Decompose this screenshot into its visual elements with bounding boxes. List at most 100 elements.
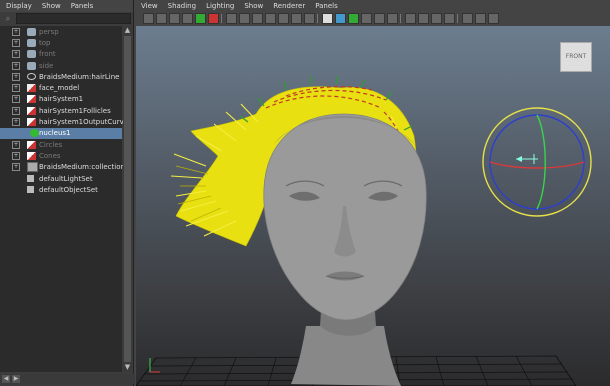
outliner-item-front[interactable]: + front	[0, 49, 122, 60]
expand-icon[interactable]: +	[12, 72, 20, 81]
expand-icon[interactable]: +	[12, 163, 20, 172]
screen-space-ao-icon[interactable]	[462, 13, 473, 24]
xray-joints-icon[interactable]	[431, 13, 442, 24]
outliner-item-side[interactable]: + side	[0, 60, 122, 71]
outliner-item-follicles[interactable]: + hairSystem1Follicles	[0, 105, 122, 116]
gate-mask-icon[interactable]	[265, 13, 276, 24]
outliner-item-circles[interactable]: + Circles	[0, 139, 122, 150]
outliner-item-label: hairSystem1OutputCurves	[39, 118, 132, 127]
expand-icon[interactable]: +	[12, 27, 20, 36]
lights-icon[interactable]	[374, 13, 385, 24]
image-plane-icon[interactable]	[182, 13, 193, 24]
outliner-search-input[interactable]	[16, 13, 131, 24]
shadows-icon[interactable]	[387, 13, 398, 24]
grid-icon[interactable]	[226, 13, 237, 24]
camera-icon	[27, 50, 36, 59]
expand-icon[interactable]: +	[12, 61, 20, 70]
outliner-item-label: front	[39, 50, 56, 59]
outliner-item-hairline[interactable]: + BraidsMedium:hairLine	[0, 71, 122, 82]
scrollbar-thumb[interactable]	[124, 36, 131, 362]
viewport-menu-show[interactable]: Show	[244, 2, 263, 10]
outliner-panel: Display Show Panels ⌕ + persp + top + front…	[0, 0, 135, 386]
viewport-panel: View Shading Lighting Show Renderer Pane…	[136, 0, 610, 386]
collection-icon	[27, 162, 38, 173]
isolate-select-icon[interactable]	[405, 13, 416, 24]
smooth-shade-icon[interactable]	[335, 13, 346, 24]
outliner-menu-show[interactable]: Show	[42, 2, 61, 10]
outliner-item-output-curves[interactable]: + hairSystem1OutputCurves	[0, 116, 132, 127]
viewport-menu-lighting[interactable]: Lighting	[206, 2, 234, 10]
outliner-item-label: persp	[39, 27, 59, 36]
outliner-item-face-model[interactable]: + face_model	[0, 82, 122, 93]
outliner-item-label: hairSystem1Follicles	[39, 106, 111, 115]
expand-icon[interactable]: +	[12, 151, 20, 160]
field-chart-icon[interactable]	[278, 13, 289, 24]
set-icon	[27, 175, 34, 182]
viewport-menu-renderer[interactable]: Renderer	[273, 2, 305, 10]
resolution-gate-icon[interactable]	[252, 13, 263, 24]
expand-icon[interactable]: +	[12, 118, 20, 127]
viewport-menu-view[interactable]: View	[141, 2, 158, 10]
hair-system-icon	[27, 140, 36, 149]
motion-blur-icon[interactable]	[475, 13, 486, 24]
outliner-item-label: defaultLightSet	[39, 174, 93, 183]
outliner-item-top[interactable]: + top	[0, 37, 122, 48]
film-gate-icon[interactable]	[239, 13, 250, 24]
expand-icon[interactable]: +	[12, 50, 20, 59]
safe-action-icon[interactable]	[291, 13, 302, 24]
anti-aliasing-icon[interactable]	[488, 13, 499, 24]
scroll-up-icon[interactable]: ▲	[123, 26, 132, 35]
outliner-item-cones[interactable]: + Cones	[0, 150, 122, 161]
expand-icon[interactable]: +	[12, 84, 20, 93]
xray-icon[interactable]	[418, 13, 429, 24]
safe-title-icon[interactable]	[304, 13, 315, 24]
toolbar-separator	[317, 14, 320, 23]
3d-viewport[interactable]: FRONT	[136, 26, 610, 386]
hair-system-icon	[27, 106, 36, 115]
bookmark-icon[interactable]	[169, 13, 180, 24]
textured-icon[interactable]	[361, 13, 372, 24]
scene-canvas[interactable]	[136, 26, 610, 386]
wireframe-on-shaded-icon[interactable]	[348, 13, 359, 24]
scroll-down-icon[interactable]: ▼	[123, 363, 132, 372]
expand-icon[interactable]: +	[12, 38, 20, 47]
select-camera-icon[interactable]	[143, 13, 154, 24]
scroll-right-icon[interactable]: ▶	[12, 375, 20, 383]
outliner-menu-panels[interactable]: Panels	[71, 2, 94, 10]
outliner-menu-display[interactable]: Display	[6, 2, 32, 10]
outliner-item-hairsystem1[interactable]: + hairSystem1	[0, 94, 122, 105]
viewport-menu-shading[interactable]: Shading	[168, 2, 196, 10]
toolbar-separator	[221, 14, 224, 23]
viewport-menu-panels[interactable]: Panels	[315, 2, 338, 10]
toolbar-separator	[400, 14, 403, 23]
expand-icon[interactable]: +	[12, 106, 20, 115]
grease-pencil-icon[interactable]	[195, 13, 206, 24]
outliner-search: ⌕	[3, 13, 131, 24]
expand-icon[interactable]: +	[12, 95, 20, 104]
outliner-list: + persp + top + front + side + BraidsMedium:h…	[0, 26, 132, 372]
expand-icon[interactable]: +	[12, 140, 20, 149]
outliner-item-persp[interactable]: + persp	[0, 26, 122, 37]
wireframe-icon[interactable]	[322, 13, 333, 24]
filter-icon[interactable]: ⌕	[3, 14, 13, 24]
outliner-item-collection5[interactable]: + BraidsMedium:collection5	[0, 162, 129, 173]
scroll-left-icon[interactable]: ◀	[2, 375, 10, 383]
outliner-horizontal-scrollbar[interactable]: ◀ ▶	[0, 374, 135, 384]
outliner-menu-bar: Display Show Panels	[0, 0, 133, 12]
axis-gizmo	[149, 358, 160, 373]
outliner-item-default-light-set[interactable]: defaultLightSet	[0, 173, 122, 184]
view-cube[interactable]: FRONT	[560, 42, 592, 72]
nucleus-manipulator[interactable]	[482, 107, 592, 217]
dolly-icon[interactable]	[208, 13, 219, 24]
outliner-item-nucleus1[interactable]: nucleus1	[0, 127, 122, 139]
outliner-item-label: side	[39, 61, 54, 70]
outliner-item-default-object-set[interactable]: defaultObjectSet	[0, 184, 122, 195]
outliner-item-label: BraidsMedium:collection5	[39, 163, 130, 172]
outliner-item-label: BraidsMedium:hairLine	[39, 72, 120, 81]
camera-icon	[27, 61, 36, 70]
curve-icon	[27, 73, 36, 81]
camera-attributes-icon[interactable]	[156, 13, 167, 24]
camera-icon	[27, 27, 36, 36]
xray-components-icon[interactable]	[444, 13, 455, 24]
outliner-vertical-scrollbar[interactable]: ▲ ▼	[123, 26, 132, 372]
